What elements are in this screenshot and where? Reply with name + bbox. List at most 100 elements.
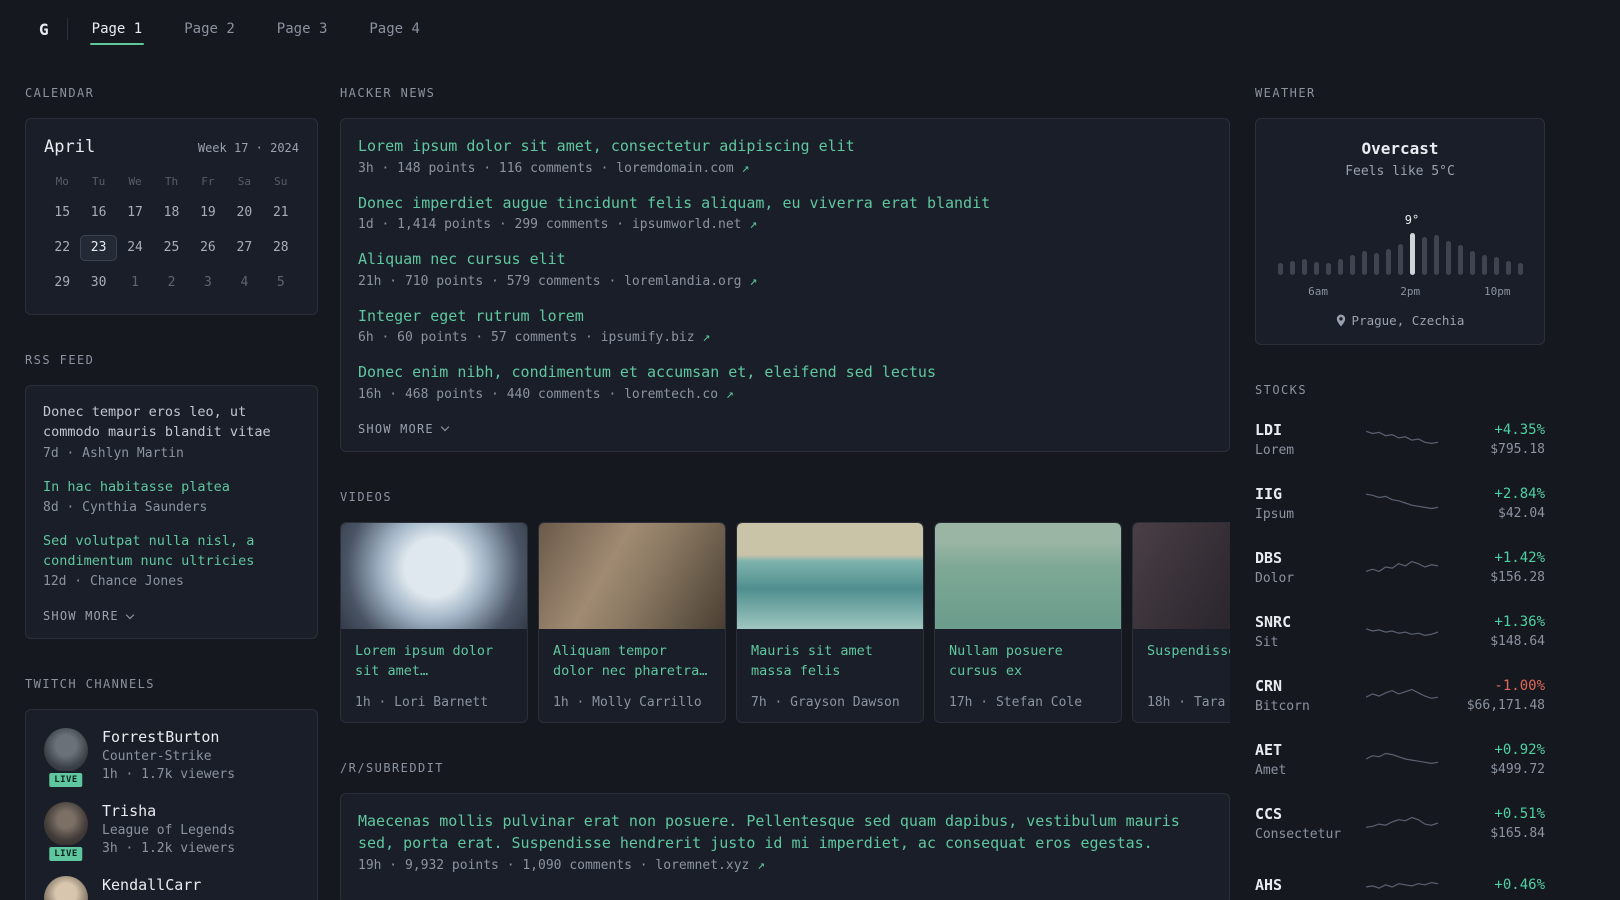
- twitch-channel[interactable]: LIVE Trisha League of Legends 3h · 1.2k …: [44, 802, 299, 864]
- avatar: [44, 728, 88, 773]
- stock-row[interactable]: AET Amet +0.92% $499.72: [1255, 735, 1545, 783]
- reddit-post-domain[interactable]: loremnet.xyz ↗: [655, 858, 765, 873]
- external-link-icon: ↗: [749, 273, 758, 289]
- hn-item-domain[interactable]: ipsumify.biz ↗: [601, 330, 711, 345]
- calendar-day: 20: [236, 205, 253, 220]
- avatar: [44, 876, 88, 900]
- page-tabs: Page 1 Page 2 Page 3 Page 4: [89, 0, 422, 58]
- calendar-day-headers: Mo Tu We Th Fr Sa Su: [44, 175, 299, 188]
- weather-bar: [1289, 261, 1295, 275]
- twitch-channel[interactable]: LIVE ForrestBurton Counter-Strike 1h · 1…: [44, 728, 299, 790]
- weather-time-label: 2pm: [1400, 285, 1421, 298]
- video-card[interactable]: Mauris sit amet massa felis 7h · Grayson…: [736, 521, 924, 723]
- stock-row[interactable]: DBS Dolor +1.42% $156.28: [1255, 543, 1545, 591]
- subreddit-section-title: /R/SUBREDDIT: [340, 760, 444, 775]
- calendar-day: 21: [272, 205, 289, 220]
- calendar-day: 17: [127, 205, 143, 220]
- hn-item-domain[interactable]: loremtech.co ↗: [624, 387, 734, 402]
- stock-price: $165.84: [1490, 825, 1545, 841]
- channel-name: KendallCarr: [102, 876, 202, 895]
- calendar-day-header: Fr: [201, 175, 215, 188]
- hn-item-title[interactable]: Integer eget rutrum lorem: [358, 305, 1212, 328]
- app-logo[interactable]: G: [25, 20, 67, 39]
- rss-item-meta: 12d · Chance Jones: [43, 574, 184, 590]
- weather-bar: [1301, 259, 1307, 275]
- stock-sparkline: [1364, 873, 1440, 900]
- stock-row[interactable]: AHS +0.46%: [1255, 863, 1545, 900]
- hn-item-domain[interactable]: loremdomain.com ↗: [616, 161, 749, 176]
- stock-row[interactable]: CRN Bitcorn -1.00% $66,171.48: [1255, 671, 1545, 719]
- video-meta: 1h · Lori Barnett: [355, 694, 489, 710]
- video-meta: 18h · Tara: [1147, 694, 1226, 710]
- twitch-section-title: TWITCH CHANNELS: [25, 677, 155, 692]
- twitch-card: LIVE ForrestBurton Counter-Strike 1h · 1…: [25, 709, 318, 900]
- stock-change: +4.35%: [1494, 421, 1545, 438]
- weather-bar: [1373, 253, 1379, 275]
- weather-bar: [1313, 262, 1319, 275]
- tab-page-4[interactable]: Page 4: [367, 3, 422, 55]
- stock-row[interactable]: CCS Consectetur +0.51% $165.84: [1255, 799, 1545, 847]
- live-badge: LIVE: [47, 845, 85, 864]
- hn-item: Donec imperdiet augue tincidunt felis al…: [358, 192, 1212, 233]
- stock-change: +1.42%: [1494, 549, 1545, 566]
- external-link-icon: ↗: [757, 857, 765, 873]
- calendar-grid: 15 16 17 18 19 20 21 22 23 24 25 26 27 2…: [44, 200, 299, 296]
- stocks-list: LDI Lorem +4.35% $795.18 IIG Ipsum +2.84% $4…: [1255, 415, 1545, 900]
- video-card[interactable]: Aliquam tempor dolor nec pharetra… 1h · …: [538, 521, 726, 723]
- stock-row[interactable]: IIG Ipsum +2.84% $42.04: [1255, 479, 1545, 527]
- weather-bar: [1445, 241, 1451, 275]
- chevron-down-icon: [125, 610, 135, 619]
- tab-page-1[interactable]: Page 1: [89, 3, 145, 55]
- tab-page-2[interactable]: Page 2: [182, 3, 237, 55]
- calendar-day: 5: [276, 275, 285, 290]
- videos-widget: VIDEOS Lorem ipsum dolor sit amet consec…: [340, 490, 1230, 723]
- weather-bar: [1517, 263, 1523, 275]
- weather-bar: [1397, 244, 1403, 275]
- video-card[interactable]: Lorem ipsum dolor sit amet consectetu… 1…: [340, 521, 528, 723]
- stock-name: Amet: [1255, 762, 1287, 778]
- rss-item-title[interactable]: In hac habitasse platea: [43, 477, 300, 497]
- rss-widget: RSS FEED Donec tempor eros leo, ut commo…: [25, 353, 318, 640]
- tab-page-3[interactable]: Page 3: [275, 3, 330, 55]
- hn-show-more-button[interactable]: SHOW MORE: [358, 422, 450, 436]
- rss-item-title[interactable]: Sed volutpat nulla nisl, a condimentum n…: [43, 531, 300, 572]
- stock-sparkline: [1364, 489, 1440, 517]
- stock-price: $499.72: [1490, 761, 1545, 777]
- video-thumbnail: [539, 522, 725, 629]
- twitch-channel[interactable]: KendallCarr: [44, 876, 299, 900]
- stock-row[interactable]: LDI Lorem +4.35% $795.18: [1255, 415, 1545, 463]
- rss-item-title[interactable]: Donec tempor eros leo, ut commodo mauris…: [43, 402, 300, 443]
- stock-sparkline: [1364, 617, 1440, 645]
- calendar-day: 15: [54, 205, 71, 220]
- video-title: Mauris sit amet massa felis: [751, 642, 873, 680]
- stock-change: +1.36%: [1494, 613, 1545, 630]
- stock-row[interactable]: SNRC Sit +1.36% $148.64: [1255, 607, 1545, 655]
- weather-bar: [1469, 251, 1475, 275]
- hn-item-title[interactable]: Lorem ipsum dolor sit amet, consectetur …: [358, 135, 1212, 158]
- hn-item-meta: 1d · 1,414 points · 299 comments · ipsum…: [358, 217, 758, 232]
- calendar-day-header: We: [128, 175, 142, 188]
- hn-item-meta: 21h · 710 points · 579 comments · loreml…: [358, 273, 758, 289]
- rss-show-more-button[interactable]: SHOW MORE: [43, 609, 135, 623]
- video-row: Lorem ipsum dolor sit amet consectetu… 1…: [340, 521, 1230, 723]
- reddit-post-meta: 19h · 9,932 points · 1,090 comments · lo…: [358, 857, 765, 873]
- weather-current-temp: 9°: [1404, 213, 1420, 227]
- stocks-widget: STOCKS LDI Lorem +4.35% $795.18 IIG Ipsum +…: [1255, 383, 1545, 900]
- calendar-day: 4: [240, 275, 249, 290]
- hn-item-title[interactable]: Aliquam nec cursus elit: [358, 248, 1212, 271]
- stock-change: +0.46%: [1494, 877, 1545, 893]
- stock-sparkline: [1364, 809, 1440, 837]
- reddit-post-title[interactable]: Maecenas mollis pulvinar erat non posuer…: [358, 810, 1212, 855]
- hn-item-title[interactable]: Donec imperdiet augue tincidunt felis al…: [358, 192, 1212, 215]
- stock-name: Bitcorn: [1255, 698, 1310, 714]
- stock-name: Ipsum: [1255, 506, 1295, 522]
- hn-item-domain[interactable]: ipsumworld.net ↗: [632, 217, 757, 232]
- stock-sparkline: [1364, 553, 1440, 581]
- video-card[interactable]: Nullam posuere cursus ex 17h · Stefan Co…: [934, 521, 1122, 723]
- calendar-day-header: Th: [164, 175, 179, 188]
- weather-card: Overcast Feels like 5°C 9° 6am 2pm 10pm Pr…: [1255, 118, 1545, 345]
- hn-item-domain[interactable]: loremlandia.org ↗: [624, 274, 757, 289]
- stock-price: $795.18: [1490, 441, 1545, 457]
- video-card[interactable]: Suspendisse diam 18h · Tara: [1132, 521, 1230, 723]
- hn-item-title[interactable]: Donec enim nibh, condimentum et accumsan…: [358, 361, 1212, 384]
